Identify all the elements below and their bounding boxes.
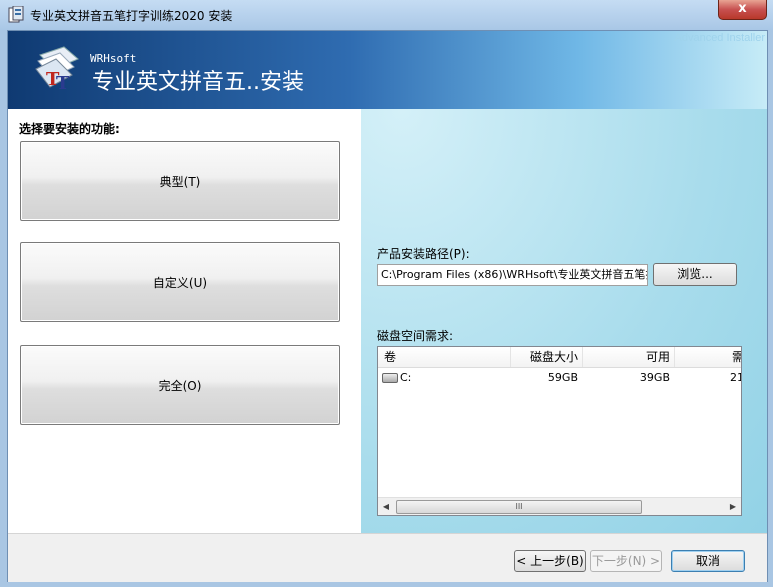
custom-install-button[interactable]: 自定义(U): [20, 242, 340, 322]
next-button[interactable]: 下一步(N) >: [590, 550, 662, 572]
complete-install-button[interactable]: 完全(O): [20, 345, 340, 425]
feature-heading: 选择要安装的功能:: [19, 122, 120, 136]
row-volume: C:: [400, 371, 412, 384]
back-button[interactable]: < 上一步(B): [514, 550, 586, 572]
complete-install-label: 完全(O): [158, 378, 202, 393]
svg-text:T: T: [56, 73, 70, 94]
hard-drive-icon: [382, 373, 398, 383]
horizontal-scrollbar[interactable]: ◀ III ▶: [378, 497, 741, 515]
installer-dialog: T T WRHsoft 专业英文拼音五..安装 Advanced Install…: [7, 30, 768, 582]
installer-icon: [8, 6, 24, 23]
install-details-panel: 产品安装路径(P): C:\Program Files (x86)\WRHsof…: [361, 109, 767, 533]
banner-title: 专业英文拼音五..安装: [92, 70, 304, 95]
scroll-right-icon[interactable]: ▶: [725, 498, 741, 515]
install-path-input[interactable]: C:\Program Files (x86)\WRHsoft\专业英文拼音五笔打: [377, 264, 648, 286]
row-required: 21: [730, 371, 741, 384]
window-title: 专业英文拼音五笔打字训练2020 安装: [30, 9, 233, 23]
close-button[interactable]: x: [718, 0, 767, 20]
feature-selection-panel: 选择要安装的功能: 典型(T) 自定义(U) 完全(O): [8, 109, 361, 533]
scrollbar-thumb[interactable]: III: [396, 500, 642, 514]
install-path-label: 产品安装路径(P):: [377, 247, 470, 261]
column-required[interactable]: 需: [678, 347, 741, 367]
typical-install-button[interactable]: 典型(T): [20, 141, 340, 221]
row-available: 39GB: [639, 371, 670, 384]
disk-space-label: 磁盘空间需求:: [377, 329, 454, 343]
close-icon: x: [738, 1, 747, 16]
installer-brand: Advanced Installer: [674, 32, 766, 44]
scroll-left-icon[interactable]: ◀: [378, 498, 394, 515]
disk-space-table[interactable]: 卷 磁盘大小 可用 需 C: 59GB 39GB 21 ◀ III ▶: [377, 346, 742, 516]
window-titlebar: 专业英文拼音五笔打字训练2020 安装 x: [0, 0, 773, 30]
column-volume[interactable]: 卷: [384, 347, 396, 367]
disk-table-header: 卷 磁盘大小 可用 需: [378, 347, 741, 368]
cancel-button[interactable]: 取消: [671, 550, 745, 572]
typical-install-label: 典型(T): [159, 174, 201, 189]
browse-button[interactable]: 浏览...: [653, 263, 737, 286]
custom-install-label: 自定义(U): [152, 275, 208, 290]
table-row[interactable]: C: 59GB 39GB 21: [378, 369, 741, 387]
header-banner: T T WRHsoft 专业英文拼音五..安装 Advanced Install…: [8, 31, 767, 109]
column-disk-size[interactable]: 磁盘大小: [514, 347, 578, 367]
row-disk-size: 59GB: [547, 371, 578, 384]
column-available[interactable]: 可用: [586, 347, 670, 367]
product-logo-icon: T T: [35, 46, 79, 94]
navigation-bar: < 上一步(B) 下一步(N) > 取消: [8, 533, 767, 582]
